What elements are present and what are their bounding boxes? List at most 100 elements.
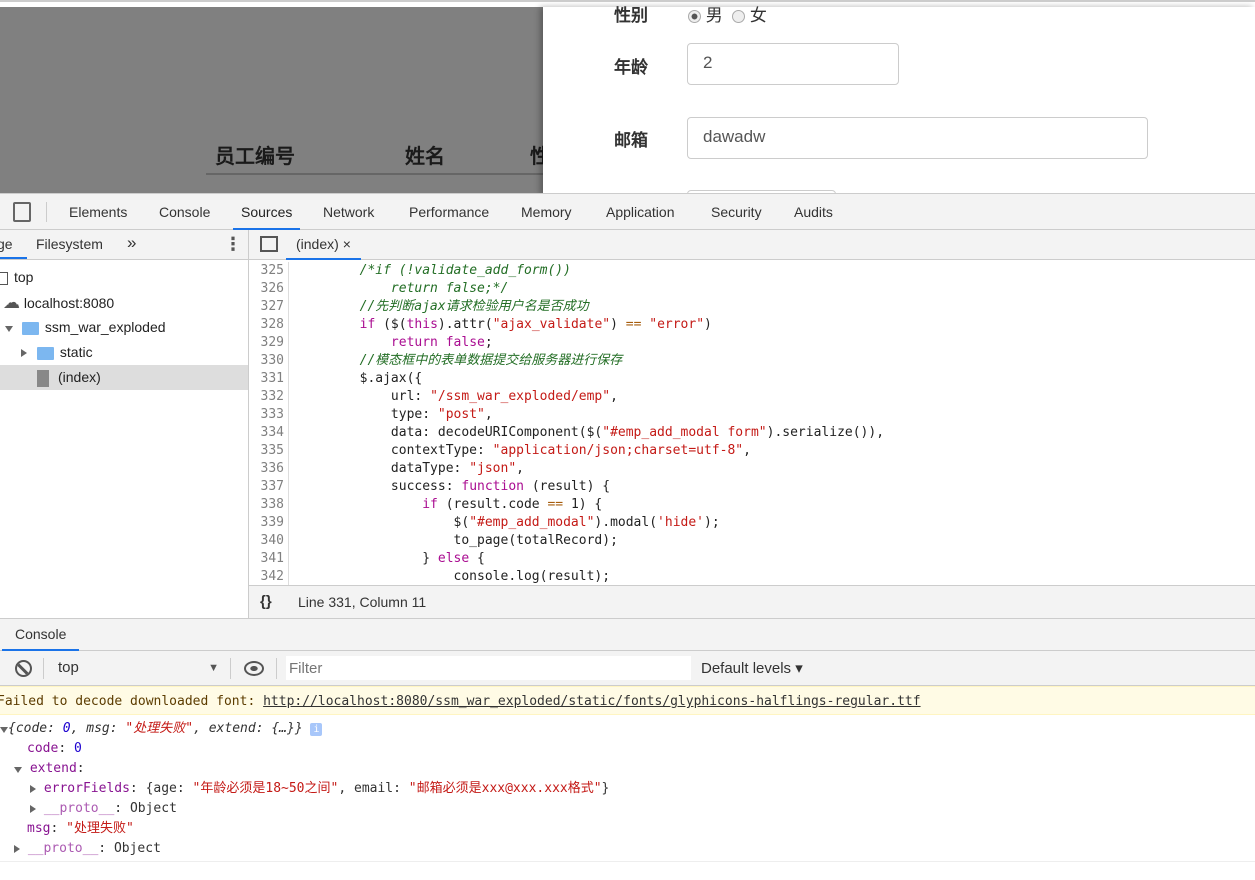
collapse-arrow-icon[interactable] <box>21 349 27 358</box>
line-number[interactable]: 342 <box>249 568 289 585</box>
console-messages: Failed to decode downloaded font: http:/… <box>0 686 1255 880</box>
tab-filesystem[interactable]: Filesystem <box>36 236 103 252</box>
close-tab-icon[interactable]: × <box>343 236 351 252</box>
tree-item-static[interactable]: static <box>0 340 248 365</box>
log-levels-select[interactable]: Default levels ▾ <box>701 659 803 677</box>
line-number[interactable]: 339 <box>249 514 289 532</box>
code-line[interactable]: 333 type: "post", <box>249 406 1255 424</box>
line-number[interactable]: 340 <box>249 532 289 550</box>
tree-item-top[interactable]: top <box>0 265 248 290</box>
code-line[interactable]: 342 console.log(result); <box>249 568 1255 585</box>
line-number[interactable]: 329 <box>249 334 289 352</box>
filter-input[interactable] <box>286 656 691 680</box>
expand-arrow-icon[interactable] <box>0 726 8 733</box>
toggle-navigator-icon[interactable] <box>260 236 278 252</box>
code-line[interactable]: 339 $("#emp_add_modal").modal('hide'); <box>249 514 1255 532</box>
collapse-arrow-icon[interactable] <box>30 804 36 813</box>
tab-elements[interactable]: Elements <box>61 194 135 230</box>
tab-application[interactable]: Application <box>598 194 683 230</box>
code-line[interactable]: 337 success: function (result) { <box>249 478 1255 496</box>
code-lines[interactable]: 325 /*if (!validate_add_form()) 326 retur… <box>249 262 1255 585</box>
info-icon[interactable]: i <box>310 723 323 736</box>
clear-console-icon[interactable] <box>15 660 32 677</box>
folder-icon <box>36 346 54 360</box>
prop-proto-outer[interactable]: __proto__: Object <box>14 839 161 859</box>
collapse-arrow-icon[interactable] <box>14 844 20 853</box>
code-line[interactable]: 341 } else { <box>249 550 1255 568</box>
code-line[interactable]: 331 $.ajax({ <box>249 370 1255 388</box>
tab-index[interactable]: (index) × <box>286 230 361 260</box>
expand-arrow-icon[interactable] <box>14 766 22 773</box>
eye-icon[interactable] <box>244 661 264 676</box>
line-number[interactable]: 336 <box>249 460 289 478</box>
line-number[interactable]: 328 <box>249 316 289 334</box>
code-token: , <box>743 443 751 458</box>
prop-proto-inner[interactable]: __proto__: Object <box>30 799 177 819</box>
more-tabs-icon[interactable]: » <box>127 233 136 253</box>
tree-item-ssm-war-exploded[interactable]: ssm_war_exploded <box>0 315 248 340</box>
tab-memory[interactable]: Memory <box>513 194 580 230</box>
expand-arrow-icon[interactable] <box>5 326 13 333</box>
code-line[interactable]: 328 if ($(this).attr("ajax_validate") ==… <box>249 316 1255 334</box>
drawer-tab-bar: Console <box>0 618 1255 651</box>
code-line[interactable]: 326 return false;*/ <box>249 280 1255 298</box>
context-select[interactable]: top ▼ <box>50 651 225 685</box>
line-number[interactable]: 333 <box>249 406 289 424</box>
code-line[interactable]: 335 contextType: "application/json;chars… <box>249 442 1255 460</box>
line-number[interactable]: 332 <box>249 388 289 406</box>
line-number[interactable]: 325 <box>249 262 289 280</box>
tab-audits[interactable]: Audits <box>786 194 841 230</box>
code-line[interactable]: 340 to_page(totalRecord); <box>249 532 1255 550</box>
code-line[interactable]: 327 //先判断ajax请求检验用户名是否成功 <box>249 298 1255 316</box>
code-line[interactable]: 338 if (result.code == 1) { <box>249 496 1255 514</box>
tab-console-drawer[interactable]: Console <box>2 619 80 651</box>
tree-label: localhost:8080 <box>23 295 115 311</box>
summary-text: , extend: {…}} <box>193 721 303 736</box>
cursor-position: Line 331, Column 11 <box>298 594 427 610</box>
code-token: $( <box>297 515 470 530</box>
code-line[interactable]: 336 dataType: "json", <box>249 460 1255 478</box>
gender-female-radio[interactable] <box>732 10 746 24</box>
more-options-icon[interactable]: ⋮ <box>224 234 242 255</box>
prop-extend[interactable]: extend: <box>14 759 85 779</box>
tab-security[interactable]: Security <box>703 194 770 230</box>
line-number[interactable]: 327 <box>249 298 289 316</box>
email-error: "邮箱必须是xxx@xxx.xxx格式" <box>408 781 602 796</box>
divider <box>46 202 47 222</box>
tab-performance[interactable]: Performance <box>401 194 497 230</box>
code-line[interactable]: 334 data: decodeURIComponent($("#emp_add… <box>249 424 1255 442</box>
prop-error-fields[interactable]: errorFields: {age: "年龄必须是18~50之间", email… <box>30 779 609 799</box>
code-line[interactable]: 330 //模态框中的表单数据提交给服务器进行保存 <box>249 352 1255 370</box>
warning-url-link[interactable]: http://localhost:8080/ssm_war_exploded/s… <box>263 694 920 709</box>
line-number[interactable]: 337 <box>249 478 289 496</box>
email-input[interactable]: dawadw <box>687 117 1148 159</box>
code-line[interactable]: 325 /*if (!validate_add_form()) <box>249 262 1255 280</box>
code-line[interactable]: 329 return false; <box>249 334 1255 352</box>
device-toolbar-icon[interactable] <box>13 202 31 222</box>
line-source: /*if (!validate_add_form()) <box>289 262 571 280</box>
gender-male-radio[interactable] <box>688 10 701 24</box>
line-number[interactable]: 331 <box>249 370 289 388</box>
value: "处理失败" <box>66 821 134 836</box>
console-object-summary[interactable]: {code: 0, msg: "处理失败", extend: {…}} i <box>0 719 323 739</box>
line-number[interactable]: 334 <box>249 424 289 442</box>
tab-console[interactable]: Console <box>151 194 218 230</box>
modal-backdrop[interactable]: 员工编号 姓名 性 <box>0 7 550 193</box>
line-source: return false; <box>289 334 493 352</box>
collapse-arrow-icon[interactable] <box>30 784 36 793</box>
line-number[interactable]: 335 <box>249 442 289 460</box>
age-input[interactable]: 2 <box>687 43 899 85</box>
tree-item-localhost[interactable]: ☁ localhost:8080 <box>0 290 248 315</box>
line-number[interactable]: 341 <box>249 550 289 568</box>
line-number[interactable]: 330 <box>249 352 289 370</box>
code-token: 1) { <box>563 497 603 512</box>
code-line[interactable]: 332 url: "/ssm_war_exploded/emp", <box>249 388 1255 406</box>
tab-sources[interactable]: Sources <box>233 194 301 230</box>
tab-page[interactable]: ge <box>0 236 13 252</box>
prop-msg: msg: "处理失败" <box>27 821 134 836</box>
pretty-print-button[interactable]: {} <box>260 586 272 618</box>
tree-item-index[interactable]: (index) <box>0 365 248 390</box>
tab-network[interactable]: Network <box>315 194 382 230</box>
line-number[interactable]: 338 <box>249 496 289 514</box>
line-number[interactable]: 326 <box>249 280 289 298</box>
